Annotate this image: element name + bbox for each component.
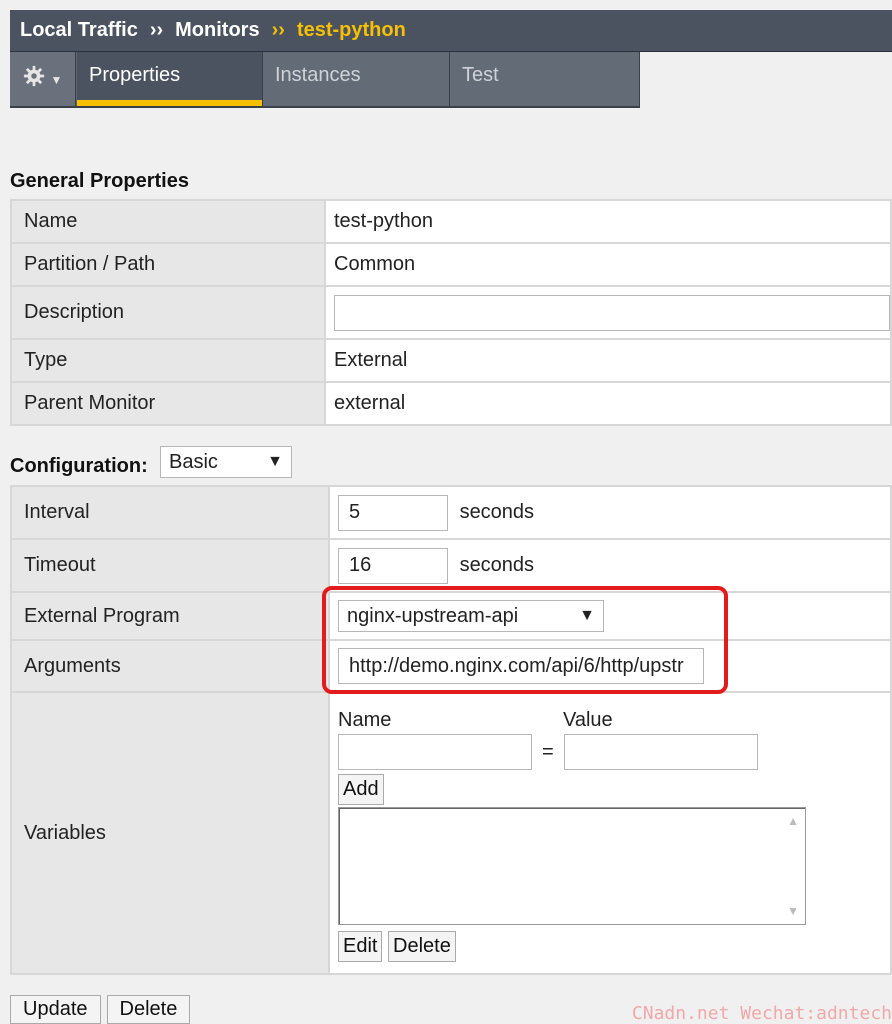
breadcrumb-monitors[interactable]: Monitors [175,19,259,42]
breadcrumb-local-traffic[interactable]: Local Traffic [20,19,138,42]
type-value: External [324,338,892,383]
delete-variable-button[interactable]: Delete [388,931,456,962]
variables-listbox[interactable]: ▲ ▼ [338,807,806,925]
scroll-up-icon[interactable]: ▲ [787,814,799,828]
gear-icon [23,65,45,93]
watermark: CNadn.net Wechat:adntech [631,1003,892,1024]
configuration-table: Interval seconds Timeout seconds Externa… [10,485,892,975]
delete-button[interactable]: Delete [106,995,191,1024]
configuration-title: Configuration: [10,455,148,477]
add-variable-button[interactable]: Add [338,774,384,805]
tab-instances[interactable]: Instances [263,52,450,106]
type-label: Type [10,338,326,383]
description-label: Description [10,285,326,340]
action-bar: Update Delete [10,995,191,1024]
partition-label: Partition / Path [10,242,326,287]
interval-unit: seconds [459,501,535,523]
parent-monitor-label: Parent Monitor [10,381,326,426]
tab-bar: ▼ Properties Instances Test [10,52,640,108]
name-label: Name [10,199,326,244]
variable-value-input[interactable] [563,734,758,770]
tab-properties[interactable]: Properties [77,52,263,106]
general-properties-title: General Properties [10,170,189,192]
variable-value-header: Value [563,709,613,731]
variable-name-header: Name [338,709,392,731]
name-value: test-python [324,199,892,244]
timeout-label: Timeout [10,538,330,593]
partition-value: Common [324,242,892,287]
external-program-value: nginx-upstream-api [347,604,519,627]
arguments-input[interactable] [338,648,704,684]
breadcrumb-separator: ›› [271,19,285,41]
external-program-select[interactable]: nginx-upstream-api ▼ [338,600,604,632]
general-properties-table: Name test-python Partition / Path Common… [10,199,892,426]
timeout-input[interactable] [338,547,448,584]
timeout-unit: seconds [459,554,535,576]
variables-label: Variables [10,691,330,975]
breadcrumb-current: test-python [296,19,406,41]
breadcrumb: Local Traffic ›› Monitors ›› test-python [10,10,892,52]
interval-input[interactable] [338,494,448,531]
configuration-mode-value: Basic [169,450,218,473]
dropdown-arrow-icon: ▼ [579,607,595,624]
chevron-down-icon: ▼ [50,73,63,87]
update-button[interactable]: Update [10,995,101,1024]
settings-menu-button[interactable]: ▼ [10,52,76,106]
dropdown-arrow-icon: ▼ [267,453,283,470]
breadcrumb-separator: ›› [149,19,164,41]
edit-variable-button[interactable]: Edit [338,931,383,962]
description-input[interactable] [334,294,890,331]
external-program-label: External Program [10,591,330,641]
interval-label: Interval [10,485,330,540]
configuration-mode-select[interactable]: Basic ▼ [160,446,292,478]
arguments-label: Arguments [10,639,330,693]
parent-monitor-value: external [324,381,892,426]
tab-test[interactable]: Test [450,52,640,106]
variable-name-input[interactable] [338,734,532,770]
scroll-down-icon[interactable]: ▼ [787,904,799,918]
equals-sign: = [542,740,554,763]
